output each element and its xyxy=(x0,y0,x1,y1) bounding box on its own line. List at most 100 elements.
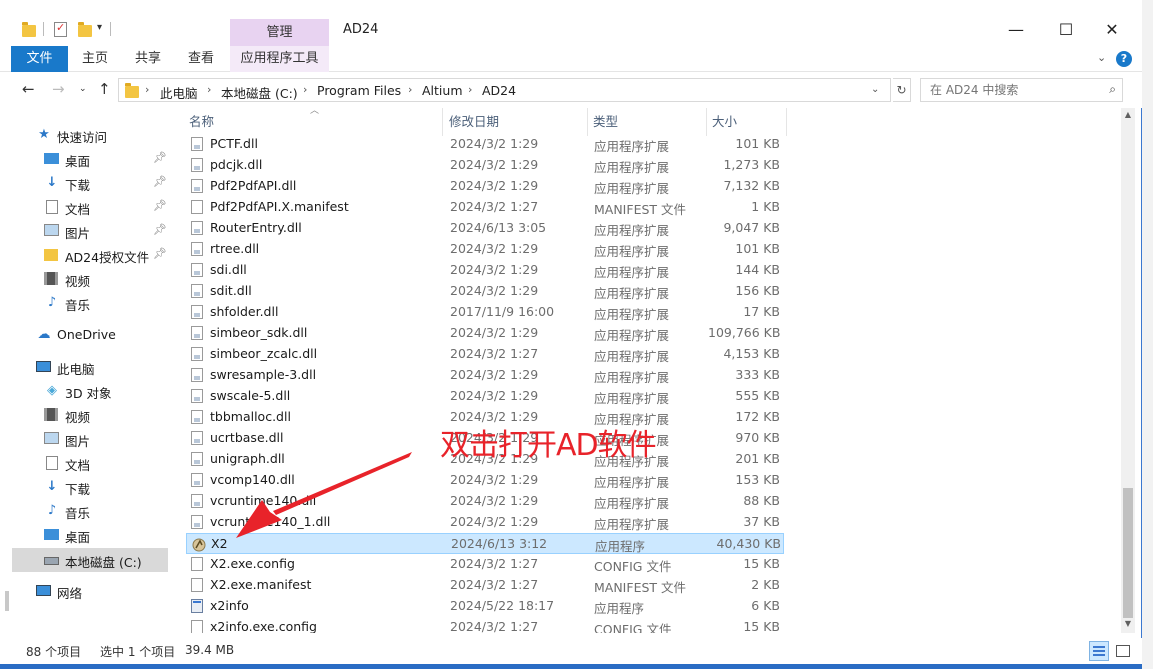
close-button[interactable]: ✕ xyxy=(1089,14,1135,46)
minimize-button[interactable]: — xyxy=(993,14,1039,46)
column-name[interactable]: 名称 xyxy=(186,108,442,136)
file-row[interactable]: swresample-3.dll 2024/3/2 1:29 应用程序扩展 333 K… xyxy=(186,365,784,386)
nav-item-network[interactable]: 网络 xyxy=(0,579,168,603)
tab-view[interactable]: 查看 xyxy=(188,46,214,72)
breadcrumb-separator-icon[interactable]: › xyxy=(303,83,307,96)
nav-item-this-pc[interactable]: 此电脑 xyxy=(0,355,168,379)
pin-icon[interactable]: 📌︎ xyxy=(153,175,167,188)
nav-item-pictures[interactable]: 图片 📌︎ xyxy=(0,219,168,243)
file-row[interactable]: shfolder.dll 2017/11/9 16:00 应用程序扩展 17 KB xyxy=(186,302,784,323)
nav-item-local-disk[interactable]: 本地磁盘 (C:) xyxy=(12,548,168,572)
tab-share[interactable]: 共享 xyxy=(135,46,161,72)
column-date[interactable]: 修改日期 xyxy=(446,108,586,136)
pin-icon[interactable]: 📌︎ xyxy=(153,199,167,212)
file-row[interactable]: swscale-5.dll 2024/3/2 1:29 应用程序扩展 555 KB xyxy=(186,386,784,407)
nav-item-documents[interactable]: 文档 📌︎ xyxy=(0,195,168,219)
help-icon[interactable]: ? xyxy=(1116,51,1132,67)
file-row[interactable]: simbeor_sdk.dll 2024/3/2 1:29 应用程序扩展 109,76… xyxy=(186,323,784,344)
breadcrumb-ad24[interactable]: AD24 xyxy=(482,83,516,98)
refresh-icon[interactable]: ↻ xyxy=(893,78,911,102)
nav-item-videos-pc[interactable]: 视频 xyxy=(0,403,168,427)
file-row[interactable]: simbeor_zcalc.dll 2024/3/2 1:27 应用程序扩展 4,15… xyxy=(186,344,784,365)
properties-icon[interactable]: ✓ xyxy=(54,21,67,37)
new-folder-icon[interactable] xyxy=(78,22,92,37)
nav-item-quick-access[interactable]: ★ 快速访问 xyxy=(0,123,168,147)
nav-item-downloads-pc[interactable]: ↓ 下载 xyxy=(0,475,168,499)
nav-item-3d-objects[interactable]: ◈ 3D 对象 xyxy=(0,379,168,403)
nav-item-downloads[interactable]: ↓ 下载 📌︎ xyxy=(0,171,168,195)
address-history-chevron-icon[interactable]: ⌄ xyxy=(871,84,879,95)
file-row[interactable]: PCTF.dll 2024/3/2 1:29 应用程序扩展 101 KB xyxy=(186,134,784,155)
breadcrumb-local-disk[interactable]: 本地磁盘 (C:) xyxy=(221,83,298,102)
navpane-scrollbar[interactable] xyxy=(5,591,9,611)
file-row[interactable]: x2info 2024/5/22 18:17 应用程序 6 KB xyxy=(186,596,784,617)
pin-icon[interactable]: 📌︎ xyxy=(153,223,167,236)
nav-item-documents-pc[interactable]: 文档 xyxy=(0,451,168,475)
file-row[interactable]: X2.exe.manifest 2024/3/2 1:27 MANIFEST 文件 2… xyxy=(186,575,784,596)
breadcrumb-separator-icon[interactable]: › xyxy=(468,83,472,96)
file-row[interactable]: vcruntime140_1.dll 2024/3/2 1:29 应用程序扩展 37 … xyxy=(186,512,784,533)
nav-item-ad24-license[interactable]: AD24授权文件 📌︎ xyxy=(0,243,168,267)
nav-item-videos[interactable]: 视频 xyxy=(0,267,168,291)
breadcrumb-separator-icon[interactable]: › xyxy=(145,83,149,96)
nav-item-onedrive[interactable]: ☁ OneDrive xyxy=(0,323,168,347)
manage-context-tab[interactable]: 管理 xyxy=(230,19,329,46)
large-icons-view-icon[interactable] xyxy=(1113,641,1133,661)
file-row[interactable]: sdit.dll 2024/3/2 1:29 应用程序扩展 156 KB xyxy=(186,281,784,302)
scrollbar-thumb[interactable] xyxy=(1123,488,1133,618)
file-row[interactable]: RouterEntry.dll 2024/6/13 3:05 应用程序扩展 9,047… xyxy=(186,218,784,239)
folder-icon[interactable] xyxy=(22,22,36,37)
tab-application-tools[interactable]: 应用程序工具 xyxy=(230,46,329,72)
customize-toolbar-chevron-icon[interactable]: ▾ xyxy=(97,22,102,33)
back-arrow-icon[interactable]: ← xyxy=(22,80,35,98)
breadcrumb-separator-icon[interactable]: › xyxy=(207,83,211,96)
pin-icon[interactable]: 📌︎ xyxy=(153,247,167,260)
file-row[interactable]: pdcjk.dll 2024/3/2 1:29 应用程序扩展 1,273 KB xyxy=(186,155,784,176)
breadcrumb-altium[interactable]: Altium xyxy=(422,83,463,98)
column-divider[interactable] xyxy=(587,108,588,136)
forward-arrow-icon[interactable]: → xyxy=(52,80,65,98)
nav-item-pictures-pc[interactable]: 图片 xyxy=(0,427,168,451)
nav-item-desktop[interactable]: 桌面 📌︎ xyxy=(0,147,168,171)
file-row[interactable]: vcomp140.dll 2024/3/2 1:29 应用程序扩展 153 KB xyxy=(186,470,784,491)
column-size[interactable]: 大小 xyxy=(709,108,784,136)
up-arrow-icon[interactable]: ↑ xyxy=(98,80,111,98)
scroll-up-arrow-icon[interactable]: ▲ xyxy=(1121,110,1135,122)
column-type[interactable]: 类型 xyxy=(590,108,705,136)
nav-item-desktop-pc[interactable]: 桌面 xyxy=(0,523,168,547)
file-row[interactable]: X2 2024/6/13 3:12 应用程序 40,430 KB xyxy=(186,533,784,554)
annotation-text: 双击打开AD软件 xyxy=(440,428,657,463)
scroll-down-arrow-icon[interactable]: ▼ xyxy=(1121,619,1135,631)
column-divider[interactable] xyxy=(442,108,443,136)
breadcrumb-this-pc[interactable]: 此电脑 xyxy=(160,83,198,102)
file-list-scrollbar[interactable]: ▲ ▼ xyxy=(1121,108,1135,633)
address-bar[interactable]: › 此电脑 › 本地磁盘 (C:) › Program Files › Alti… xyxy=(118,78,891,102)
column-divider[interactable] xyxy=(706,108,707,136)
file-row[interactable]: Pdf2PdfAPI.X.manifest 2024/3/2 1:27 MANIFE… xyxy=(186,197,784,218)
search-input[interactable] xyxy=(921,79,1101,101)
file-size: 144 KB xyxy=(735,262,780,277)
tab-file[interactable]: 文件 xyxy=(11,46,68,72)
maximize-button[interactable]: ☐ xyxy=(1043,14,1089,46)
search-box[interactable]: ⌕ xyxy=(920,78,1123,102)
file-row[interactable]: rtree.dll 2024/3/2 1:29 应用程序扩展 101 KB xyxy=(186,239,784,260)
tab-home[interactable]: 主页 xyxy=(82,46,108,72)
breadcrumb-program-files[interactable]: Program Files xyxy=(317,83,401,98)
file-row[interactable]: sdi.dll 2024/3/2 1:29 应用程序扩展 144 KB xyxy=(186,260,784,281)
file-type: CONFIG 文件 xyxy=(594,622,672,633)
file-row[interactable]: Pdf2PdfAPI.dll 2024/3/2 1:29 应用程序扩展 7,132 K… xyxy=(186,176,784,197)
breadcrumb-separator-icon[interactable]: › xyxy=(408,83,412,96)
nav-item-music-pc[interactable]: ♪ 音乐 xyxy=(0,499,168,523)
expand-ribbon-chevron-icon[interactable]: ⌄ xyxy=(1097,51,1106,64)
file-row[interactable]: x2info.exe.config 2024/3/2 1:27 CONFIG 文件 1… xyxy=(186,617,784,633)
column-divider[interactable] xyxy=(786,108,787,136)
nav-item-music[interactable]: ♪ 音乐 xyxy=(0,291,168,315)
details-view-icon[interactable] xyxy=(1089,641,1109,661)
file-name: simbeor_sdk.dll xyxy=(210,325,308,340)
file-size: 15 KB xyxy=(743,619,780,633)
file-row[interactable]: vcruntime140.dll 2024/3/2 1:29 应用程序扩展 88 KB xyxy=(186,491,784,512)
file-row[interactable]: X2.exe.config 2024/3/2 1:27 CONFIG 文件 15 KB xyxy=(186,554,784,575)
recent-locations-chevron-icon[interactable]: ⌄ xyxy=(79,84,87,94)
pin-icon[interactable]: 📌︎ xyxy=(153,151,167,164)
search-icon[interactable]: ⌕ xyxy=(1109,82,1116,97)
